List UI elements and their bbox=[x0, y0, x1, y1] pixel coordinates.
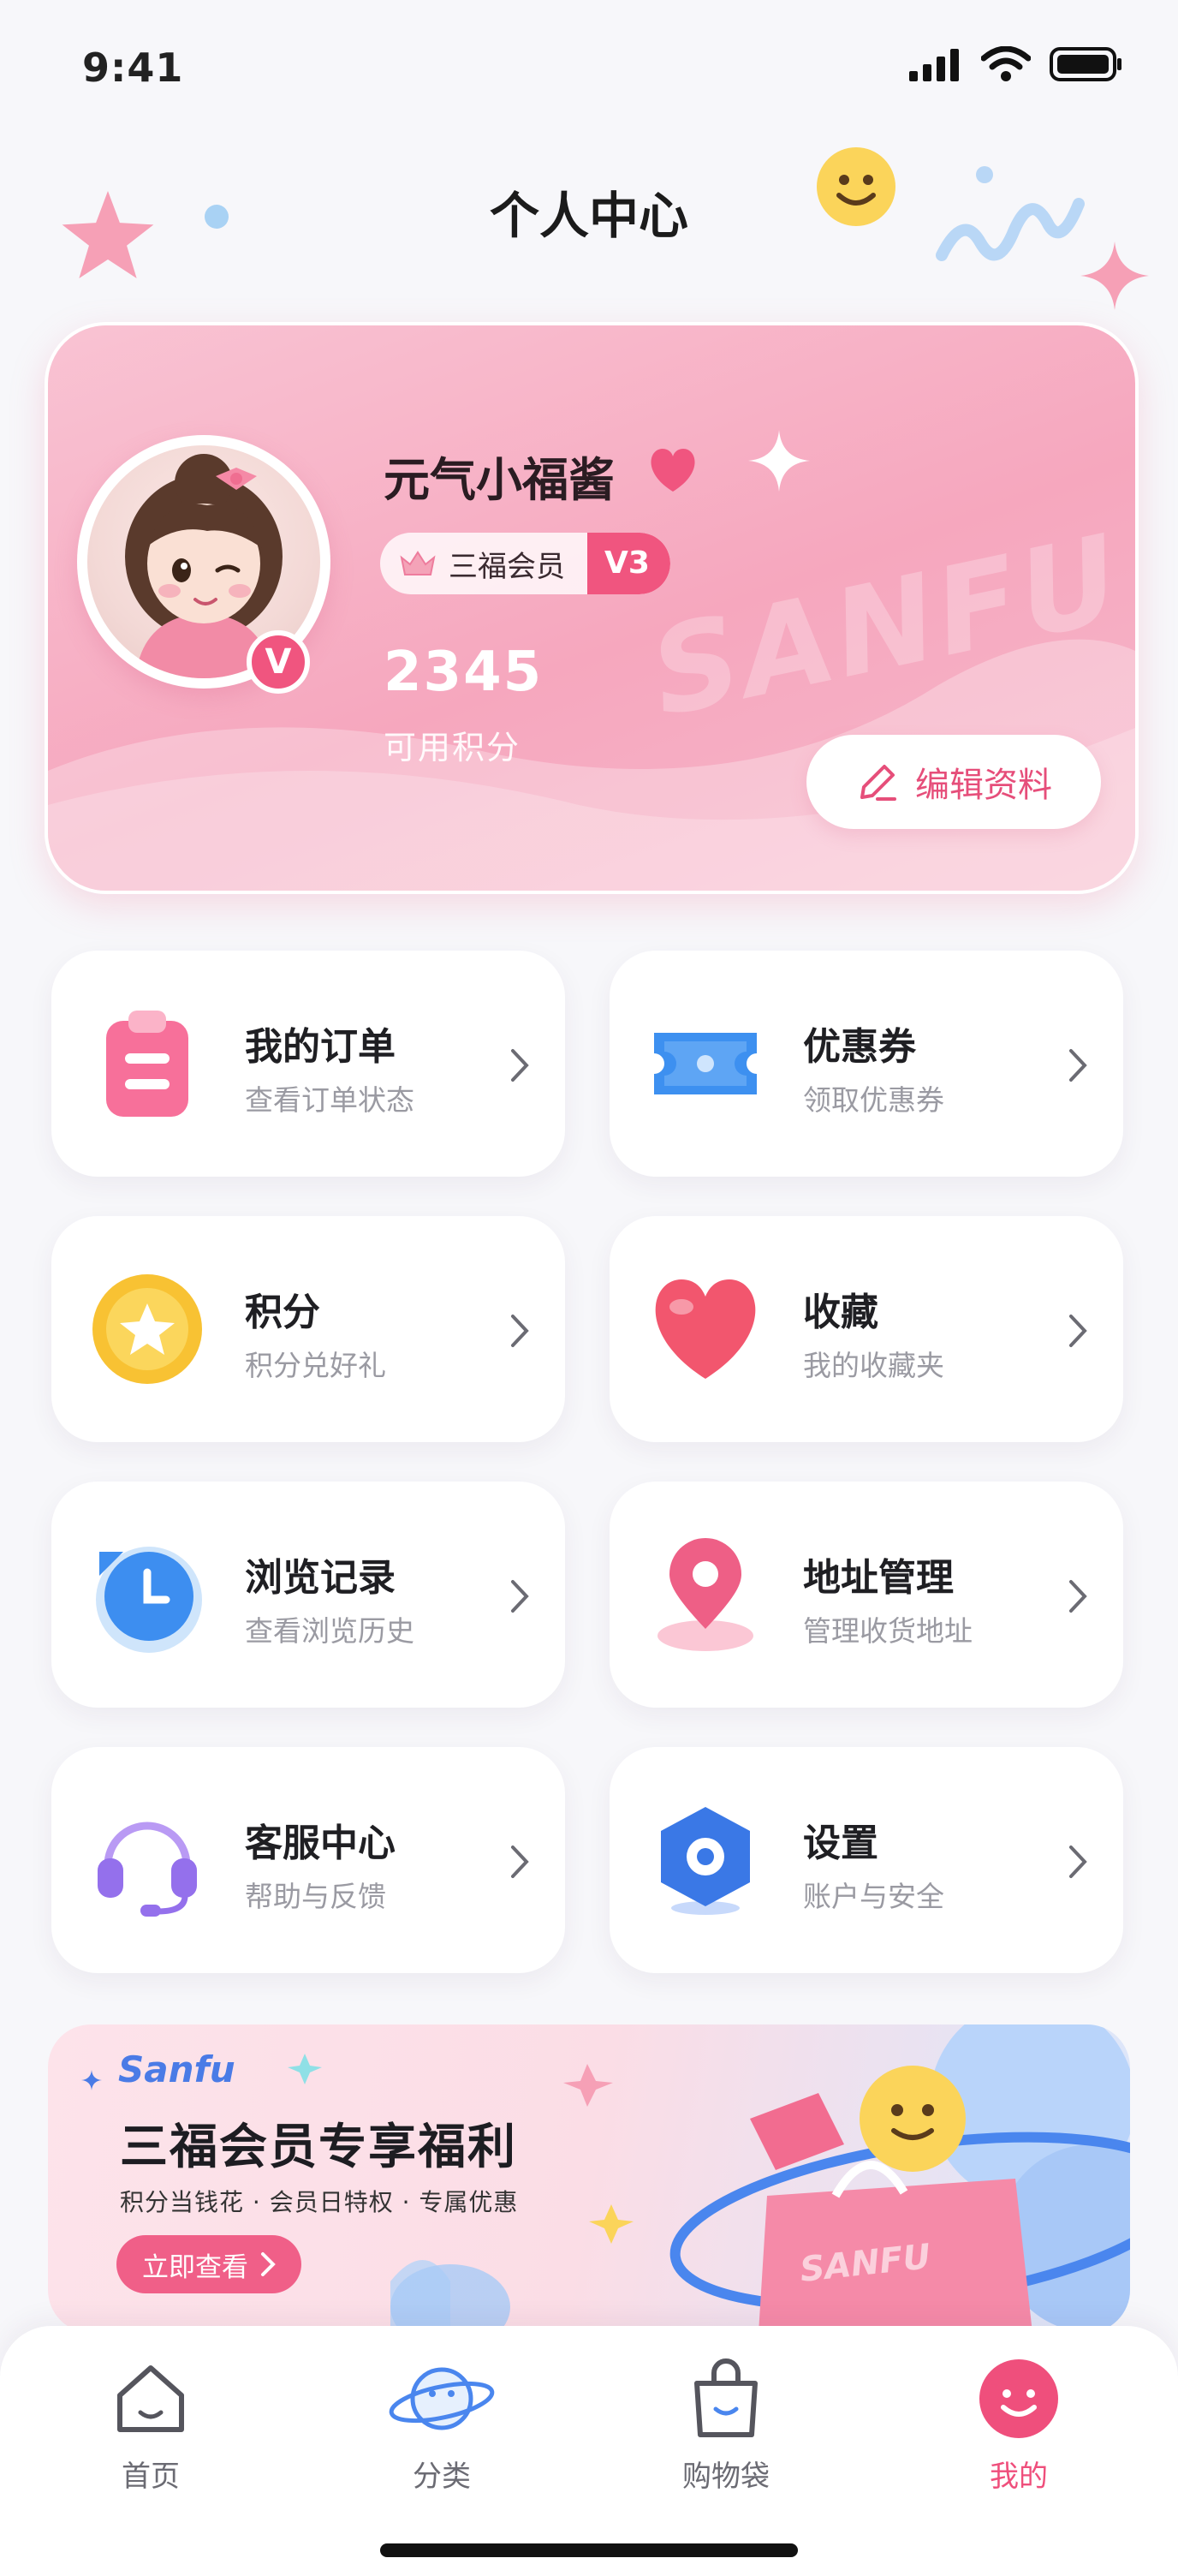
heart-icon bbox=[651, 449, 695, 492]
username: 元气小福酱 bbox=[384, 453, 615, 507]
menu-card-address[interactable]: 地址管理 管理收货地址 bbox=[610, 1482, 1123, 1708]
member-level-pill: 三福会员 V3 bbox=[380, 533, 670, 594]
status-icons bbox=[907, 46, 1123, 82]
menu-title: 设置 bbox=[803, 1822, 878, 1865]
edit-profile-button[interactable]: 编辑资料 bbox=[806, 735, 1101, 829]
menu-title: 地址管理 bbox=[803, 1556, 954, 1600]
banner-subtitle: 积分当钱花 · 会员日特权 · 专属优惠 bbox=[120, 2188, 519, 2216]
vip-badge: V bbox=[247, 630, 310, 694]
status-time: 9:41 bbox=[82, 45, 184, 91]
chevron-right-icon bbox=[261, 2252, 276, 2276]
menu-title: 浏览记录 bbox=[245, 1556, 396, 1600]
level-tag: V3 bbox=[587, 533, 670, 594]
points-label: 可用积分 bbox=[384, 729, 521, 766]
member-label: 三福会员 bbox=[449, 549, 565, 584]
chevron-right-icon bbox=[511, 1049, 529, 1082]
settings-hexagon-icon bbox=[646, 1800, 765, 1920]
menu-title: 优惠券 bbox=[803, 1025, 916, 1069]
menu-title: 积分 bbox=[245, 1291, 320, 1334]
view-now-label: 立即查看 bbox=[142, 2251, 248, 2283]
tab-bar: 首页 分类 购物袋 我的 bbox=[0, 2326, 1178, 2576]
tab-cart[interactable]: 购物袋 bbox=[640, 2352, 812, 2495]
crown-icon bbox=[400, 551, 436, 575]
menu-card-history[interactable]: 浏览记录 查看浏览历史 bbox=[51, 1482, 565, 1708]
view-now-button[interactable]: 立即查看 bbox=[116, 2235, 301, 2293]
planet-icon bbox=[356, 2352, 527, 2446]
tab-home[interactable]: 首页 bbox=[65, 2352, 236, 2495]
star-coin-icon bbox=[87, 1269, 207, 1389]
menu-card-favorites[interactable]: 收藏 我的收藏夹 bbox=[610, 1216, 1123, 1442]
location-pin-icon bbox=[646, 1535, 765, 1655]
chevron-right-icon bbox=[511, 1315, 529, 1347]
menu-subtitle: 帮助与反馈 bbox=[245, 1880, 386, 1913]
squiggle-decoration-icon bbox=[936, 166, 1085, 261]
signal-icon bbox=[909, 49, 959, 81]
home-indicator bbox=[380, 2543, 798, 2557]
smiley-profile-icon bbox=[933, 2352, 1104, 2446]
menu-card-orders[interactable]: 我的订单 查看订单状态 bbox=[51, 951, 565, 1177]
points-value: 2345 bbox=[384, 641, 544, 704]
menu-title: 我的订单 bbox=[245, 1025, 396, 1069]
headset-icon bbox=[87, 1800, 207, 1920]
menu-title: 客服中心 bbox=[245, 1822, 396, 1865]
battery-icon bbox=[1050, 47, 1121, 81]
clipboard-icon bbox=[87, 1004, 207, 1124]
sparkle-icon bbox=[81, 2070, 102, 2090]
sparkle-icon bbox=[748, 430, 810, 492]
chevron-right-icon bbox=[1069, 1580, 1087, 1613]
tab-category[interactable]: 分类 bbox=[356, 2352, 527, 2495]
pencil-icon bbox=[860, 765, 896, 801]
menu-title: 收藏 bbox=[803, 1291, 878, 1334]
tab-profile[interactable]: 我的 bbox=[933, 2352, 1104, 2495]
menu-card-settings[interactable]: 设置 账户与安全 bbox=[610, 1747, 1123, 1973]
menu-card-coupons[interactable]: 优惠券 领取优惠券 bbox=[610, 951, 1123, 1177]
banner-title: 三福会员专享福利 bbox=[120, 2120, 517, 2175]
coupon-icon bbox=[646, 1004, 765, 1124]
shopping-bag-icon bbox=[640, 2352, 812, 2446]
menu-subtitle: 领取优惠券 bbox=[803, 1083, 944, 1117]
menu-card-points[interactable]: 积分 积分兑好礼 bbox=[51, 1216, 565, 1442]
profile-card: SANFU V 元气小福酱 三福会员 V3 2345 可用积分 编辑资料 bbox=[45, 322, 1139, 894]
wifi-icon bbox=[981, 46, 1031, 81]
heart-icon bbox=[646, 1269, 765, 1389]
tab-label: 分类 bbox=[413, 2460, 471, 2494]
tab-label: 我的 bbox=[990, 2460, 1048, 2494]
menu-subtitle: 账户与安全 bbox=[803, 1880, 944, 1913]
chevron-right-icon bbox=[511, 1580, 529, 1613]
menu-subtitle: 管理收货地址 bbox=[803, 1614, 973, 1648]
clock-icon bbox=[87, 1535, 207, 1655]
menu-subtitle: 积分兑好礼 bbox=[245, 1349, 386, 1382]
sparkle-decoration-icon bbox=[1080, 242, 1149, 310]
chevron-right-icon bbox=[1069, 1846, 1087, 1878]
home-icon bbox=[65, 2352, 236, 2446]
tab-label: 首页 bbox=[122, 2460, 180, 2494]
smiley-decoration-icon bbox=[817, 147, 895, 226]
edit-profile-label: 编辑资料 bbox=[915, 766, 1052, 805]
menu-card-support[interactable]: 客服中心 帮助与反馈 bbox=[51, 1747, 565, 1973]
chevron-right-icon bbox=[1069, 1049, 1087, 1082]
chevron-right-icon bbox=[1069, 1315, 1087, 1347]
menu-subtitle: 我的收藏夹 bbox=[803, 1349, 944, 1382]
member-benefits-banner[interactable]: SANFU Sanfu 三福会员专享福利 积分当钱花 · 会员日特权 · 专属优… bbox=[48, 2024, 1130, 2333]
menu-subtitle: 查看订单状态 bbox=[245, 1083, 414, 1117]
brand-logo-text: Sanfu bbox=[118, 2048, 235, 2090]
tab-label: 购物袋 bbox=[682, 2460, 770, 2494]
chevron-right-icon bbox=[511, 1846, 529, 1878]
menu-subtitle: 查看浏览历史 bbox=[245, 1614, 414, 1648]
